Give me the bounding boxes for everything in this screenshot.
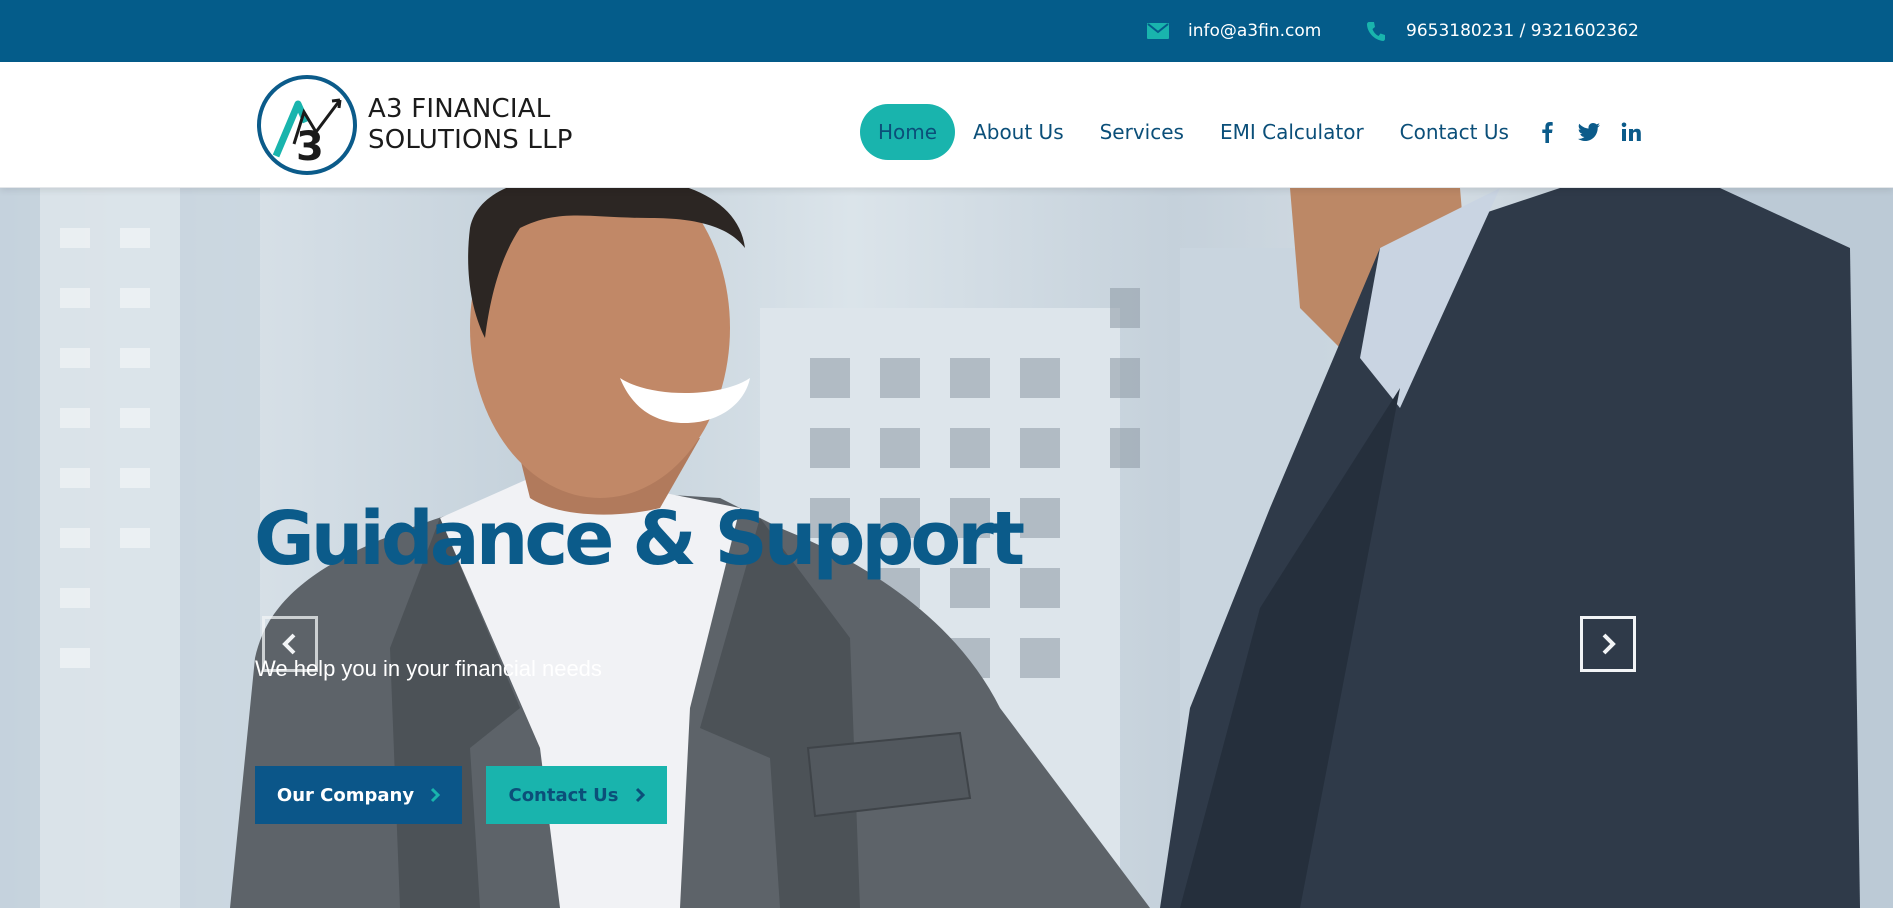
site-header: 3 A3 FINANCIAL SOLUTIONS LLP Home About … [0,62,1893,188]
logo-line-1: A3 FINANCIAL [368,94,551,124]
nav-emi-calculator[interactable]: EMI Calculator [1202,104,1382,160]
twitter-icon[interactable] [1576,119,1602,145]
chevron-right-icon [430,787,441,803]
contact-email-text[interactable]: info@a3fin.com [1188,21,1321,41]
linkedin-icon[interactable] [1618,119,1644,145]
hero-title: Guidance & Support [254,496,1025,582]
hero-subtitle: We help you in your financial needs [255,656,602,681]
main-nav: Home About Us Services EMI Calculator Co… [860,104,1527,160]
our-company-button[interactable]: Our Company [255,766,462,824]
logo-mark-icon: 3 [257,75,357,175]
phone-icon [1364,20,1388,42]
contact-phone-text[interactable]: 9653180231 / 9321602362 [1406,21,1639,41]
chevron-right-icon [635,787,645,803]
contact-us-label: Contact Us [508,784,619,806]
contact-email[interactable]: info@a3fin.com [1146,0,1321,62]
social-links [1534,104,1644,160]
logo-text: A3 FINANCIAL SOLUTIONS LLP [368,94,573,156]
our-company-label: Our Company [276,784,415,806]
hero-slider: Guidance & Support We help you in your f… [0,188,1893,908]
nav-services[interactable]: Services [1082,104,1202,160]
chevron-right-icon [1602,633,1616,655]
logo-mark-text: 3 [296,124,324,170]
contact-us-button[interactable]: Contact Us [486,766,667,824]
nav-home[interactable]: Home [860,104,956,160]
logo-line-2: SOLUTIONS LLP [368,125,573,155]
nav-contact-us[interactable]: Contact Us [1382,104,1527,160]
facebook-icon[interactable] [1534,119,1560,145]
top-contact-bar: info@a3fin.com 9653180231 / 9321602362 [0,0,1893,62]
chevron-left-icon [282,633,296,655]
contact-phone[interactable]: 9653180231 / 9321602362 [1364,0,1639,62]
slider-next-button[interactable] [1580,616,1636,672]
site-logo[interactable]: 3 A3 FINANCIAL SOLUTIONS LLP [256,74,616,176]
nav-about-us[interactable]: About Us [955,104,1082,160]
mail-icon [1146,20,1170,42]
